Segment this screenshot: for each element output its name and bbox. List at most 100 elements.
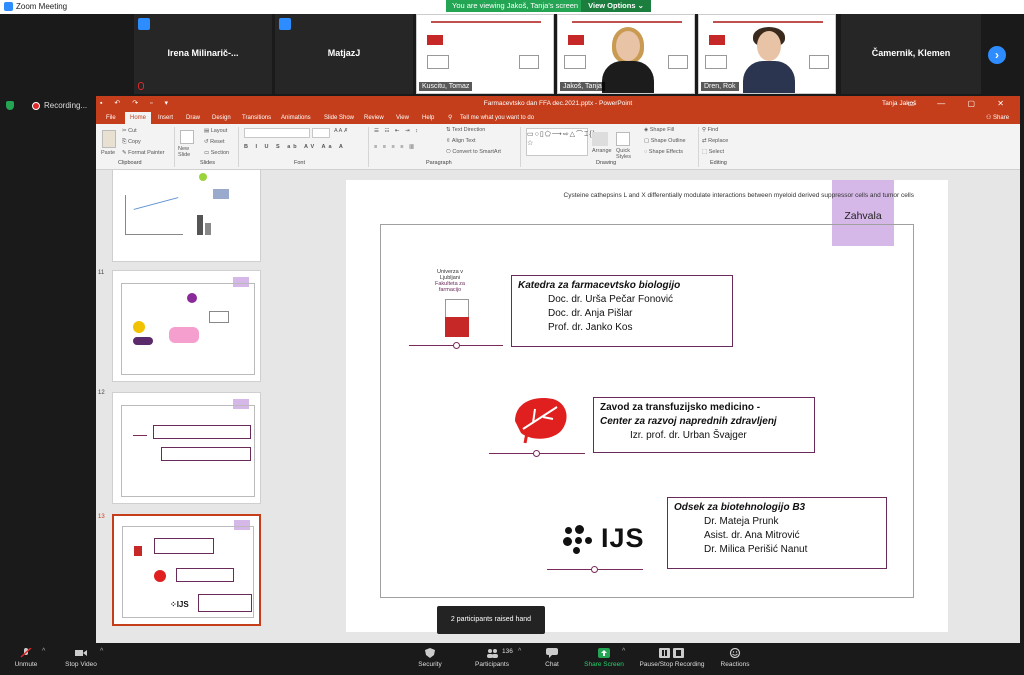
format-painter-button[interactable]: ✎ Format Painter: [122, 150, 165, 156]
unmute-button[interactable]: Unmute: [8, 643, 44, 675]
security-button[interactable]: Security: [412, 643, 448, 675]
participant-video-tile[interactable]: Kuscitu, Tomaz: [416, 14, 554, 94]
section-button[interactable]: ▭ Section: [204, 150, 229, 156]
shapes-gallery[interactable]: ▭○▯⬠⟶⇨△⌒⌶{}☆: [526, 128, 595, 156]
affiliation-subheading: Center za razvoj naprednih zdravljenj: [600, 416, 777, 427]
slide-number: 13: [98, 514, 105, 520]
tab-insert[interactable]: Insert: [158, 112, 173, 124]
new-slide-icon[interactable]: [180, 130, 194, 144]
chevron-up-icon[interactable]: ^: [42, 648, 45, 655]
participant-tile[interactable]: MatjazJ: [275, 14, 413, 94]
window-title: Zoom Meeting: [16, 2, 68, 11]
member-line: Izr. prof. dr. Urban Švajger: [630, 430, 747, 441]
new-slide-button[interactable]: New Slide: [178, 146, 202, 158]
arrange-button[interactable]: Arrange: [592, 148, 612, 154]
reactions-button[interactable]: Reactions: [718, 643, 752, 675]
share-button[interactable]: ⚇ Share: [986, 112, 1009, 124]
slide-thumbnails-panel: 11 12 13 ⁘IJS: [96, 170, 274, 643]
copy-button[interactable]: ⎘ Copy: [122, 139, 141, 146]
tab-draw[interactable]: Draw: [186, 112, 200, 124]
shape-outline-button[interactable]: ▢ Shape Outline: [644, 138, 686, 144]
recording-label: Recording...: [44, 101, 88, 110]
text-direction-button[interactable]: ⇅ Text Direction: [446, 127, 485, 133]
layout-button[interactable]: ▤ Layout: [204, 128, 227, 134]
shape-effects-button[interactable]: ◌ Shape Effects: [644, 149, 683, 155]
slide-thumbnail[interactable]: [112, 270, 261, 382]
member-line: Prof. dr. Janko Kos: [548, 322, 633, 333]
font-name-select[interactable]: [244, 128, 310, 138]
meeting-toolbar: Unmute ^ Stop Video ^ Security Participa…: [0, 643, 1024, 675]
tab-design[interactable]: Design: [212, 112, 231, 124]
participant-gallery: Irena Milinarič-... MatjazJ Kuscitu, Tom…: [0, 14, 1024, 94]
font-format-buttons[interactable]: B I U S ab AV Aa A: [244, 144, 346, 150]
tab-home[interactable]: Home: [125, 112, 152, 124]
tab-view[interactable]: View: [396, 112, 409, 124]
shield-icon: [425, 648, 435, 658]
recording-indicator[interactable]: Recording...: [0, 96, 96, 116]
shape-fill-button[interactable]: ◈ Shape Fill: [644, 127, 674, 133]
participant-name: MatjazJ: [327, 48, 361, 58]
chevron-up-icon[interactable]: ^: [100, 648, 103, 655]
paste-icon[interactable]: [102, 130, 116, 148]
member-line: Doc. dr. Urša Pečar Fonović: [548, 294, 674, 305]
convert-smartart-button[interactable]: ⎔ Convert to SmartArt: [446, 149, 501, 155]
viewing-banner-text: You are viewing Jakoš, Tanja's screen: [452, 1, 579, 10]
participant-name: Čamernik, Klemen: [871, 48, 951, 58]
tab-file[interactable]: File: [106, 112, 116, 124]
chat-button[interactable]: Chat: [536, 643, 568, 675]
stop-video-button[interactable]: Stop Video: [58, 643, 104, 675]
tab-help[interactable]: Help: [422, 112, 434, 124]
chevron-up-icon[interactable]: ^: [518, 648, 521, 655]
select-button[interactable]: ⬚ Select: [702, 149, 724, 155]
pause-stop-icon: [659, 648, 684, 658]
pause-stop-recording-button[interactable]: Pause/Stop Recording: [636, 643, 708, 675]
window-controls[interactable]: ▭ — ▢ ✕: [908, 96, 1015, 112]
list-buttons[interactable]: ☰ ☷ ⇤ ⇥ ↕: [374, 128, 420, 134]
participants-icon: [487, 649, 498, 658]
drawing-group-label: Drawing: [596, 160, 617, 166]
replace-button[interactable]: ⇄ Replace: [702, 138, 728, 144]
tab-slide-show[interactable]: Slide Show: [324, 112, 354, 124]
shield-icon: [6, 101, 14, 111]
slide[interactable]: Zahvala Cysteine cathepsins L and X diff…: [346, 180, 948, 632]
paragraph-group-label: Paragraph: [426, 160, 452, 166]
ribbon-tabs: File Home Insert Draw Design Transitions…: [96, 112, 1020, 124]
align-text-button[interactable]: ⇳ Align Text: [446, 138, 476, 144]
participant-video-tile[interactable]: Dren, Rok: [698, 14, 836, 94]
cut-button[interactable]: ✂ Cut: [122, 128, 137, 134]
slide-thumbnail[interactable]: [112, 392, 261, 504]
share-screen-button[interactable]: Share Screen: [582, 643, 626, 675]
reset-button[interactable]: ↺ Reset: [204, 139, 225, 145]
participant-tile[interactable]: Čamernik, Klemen: [841, 14, 981, 94]
zoom-logo-icon: [4, 2, 13, 12]
tab-transitions[interactable]: Transitions: [242, 112, 271, 124]
slide-number: 12: [98, 390, 105, 396]
align-buttons[interactable]: ≡ ≡ ≡ ≡ ▥: [374, 144, 416, 150]
affiliation-box: Zavod za transfuzijsko medicino - Center…: [593, 397, 815, 453]
clipboard-group-label: Clipboard: [118, 160, 142, 166]
paste-button[interactable]: Paste: [101, 150, 115, 156]
font-size-select[interactable]: [312, 128, 330, 138]
member-line: Asist. dr. Ana Mitrović: [704, 530, 800, 541]
chevron-right-icon[interactable]: ›: [988, 46, 1006, 64]
slide-thumbnail[interactable]: [112, 170, 261, 262]
font-size-icons[interactable]: A A ✗: [334, 128, 348, 134]
participant-name: Jakoš, Tanja: [560, 82, 605, 91]
ijs-logo-text: IJS: [601, 523, 645, 553]
tell-me-search[interactable]: Tell me what you want to do: [460, 112, 534, 124]
find-button[interactable]: ⚲ Find: [702, 127, 718, 133]
arrange-icon[interactable]: [592, 132, 608, 146]
participant-video: [602, 27, 654, 93]
quick-styles-icon[interactable]: [616, 132, 630, 146]
share-screen-icon: [598, 648, 610, 658]
tab-review[interactable]: Review: [364, 112, 384, 124]
participant-video-tile[interactable]: Jakoš, Tanja: [557, 14, 695, 94]
view-options-button[interactable]: View Options ⌄: [581, 0, 651, 12]
tab-animations[interactable]: Animations: [281, 112, 311, 124]
mic-muted-icon: [138, 82, 144, 90]
chevron-up-icon[interactable]: ^: [622, 648, 625, 655]
slide-thumbnail-selected[interactable]: ⁘IJS: [112, 514, 261, 626]
mic-muted-icon: [20, 648, 32, 658]
quick-styles-button[interactable]: Quick Styles: [616, 148, 640, 160]
participant-tile[interactable]: Irena Milinarič-...: [134, 14, 272, 94]
